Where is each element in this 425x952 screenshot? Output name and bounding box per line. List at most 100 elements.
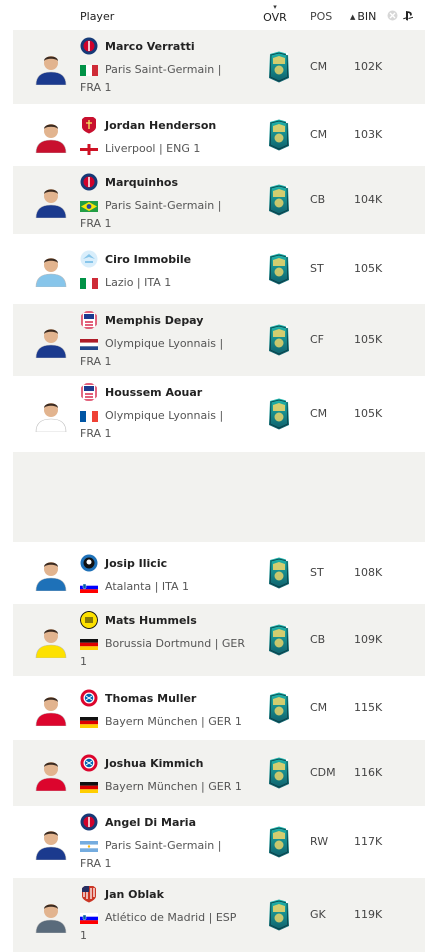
player-card-icon[interactable] [267,826,291,858]
club-league-cont: 1 [80,655,87,668]
player-position: CB [310,633,326,646]
header-player[interactable]: Player [80,10,114,23]
sort-up-icon: ▲ [350,12,356,21]
player-position: CF [310,333,325,346]
player-price: 117K [354,835,383,848]
player-name[interactable]: Mats Hummels [105,614,197,627]
club-crest-icon [81,383,97,401]
nation-flag-icon [80,65,98,76]
player-position: RW [310,835,329,848]
player-position: GK [310,908,326,921]
club-crest-icon [80,554,98,572]
club-league-cont: FRA 1 [80,81,112,94]
club-league: Paris Saint-Germain | [105,63,222,76]
nation-flag-icon [80,639,98,650]
nation-flag-icon [80,841,98,852]
player-position: CM [310,128,328,141]
player-card-icon[interactable] [267,51,291,83]
player-card-icon[interactable] [267,398,291,430]
player-price: 108K [354,566,383,579]
nation-flag-icon [80,782,98,793]
player-name[interactable]: Ciro Immobile [105,253,191,266]
player-card-icon[interactable] [267,324,291,356]
club-league-cont: 1 [80,929,87,942]
player-card-icon[interactable] [267,899,291,931]
player-card-icon[interactable] [267,253,291,285]
club-crest-icon [82,117,96,134]
player-name[interactable]: Houssem Aouar [105,386,202,399]
player-name[interactable]: Memphis Depay [105,314,203,327]
club-league-cont: FRA 1 [80,217,112,230]
player-price: 105K [354,262,383,275]
nation-flag-icon [80,582,98,593]
player-position: CM [310,60,328,73]
club-league: Paris Saint-Germain | [105,199,222,212]
player-card-icon[interactable] [267,757,291,789]
player-avatar [35,831,67,860]
club-crest-icon [80,754,98,772]
player-row[interactable]: Angel Di Maria Paris Saint-Germain | FRA … [13,806,425,878]
player-avatar [35,124,67,153]
player-price: 115K [354,701,383,714]
player-card-icon[interactable] [267,119,291,151]
player-row[interactable]: Josip Ilicic Atalanta | ITA 1 ST 108K [13,542,425,604]
club-crest-icon [80,813,98,831]
player-row[interactable]: Joshua Kimmich Bayern München | GER 1 CDM 1… [13,740,425,806]
playstation-icon[interactable] [402,10,414,24]
club-league: Liverpool | ENG 1 [105,142,201,155]
club-league: Atalanta | ITA 1 [105,580,190,593]
club-league: Bayern München | GER 1 [105,780,242,793]
header-pos[interactable]: POS [310,10,332,23]
club-league: Olympique Lyonnais | [105,409,224,422]
club-crest-icon [80,173,98,191]
player-price: 104K [354,193,383,206]
player-name[interactable]: Marquinhos [105,176,178,189]
player-row[interactable]: Houssem Aouar Olympique Lyonnais | FRA 1 C… [13,376,425,452]
header-bin[interactable]: ▲ BIN [350,10,376,23]
player-name[interactable]: Joshua Kimmich [105,757,203,770]
header-ovr-label: OVR [263,11,287,24]
club-league: Atlético de Madrid | ESP [105,911,237,924]
club-league: Paris Saint-Germain | [105,839,222,852]
club-crest-icon [80,689,98,707]
club-league-cont: FRA 1 [80,355,112,368]
player-name[interactable]: Josip Ilicic [105,557,167,570]
sort-down-icon: ▾ [273,3,277,11]
player-position: CM [310,701,328,714]
player-avatar [35,697,67,726]
player-name[interactable]: Marco Verratti [105,40,195,53]
club-crest-icon [80,37,98,55]
player-row[interactable]: Jordan Henderson Liverpool | ENG 1 CM 103K [13,104,425,166]
player-avatar [35,258,67,287]
player-row[interactable]: Marco Verratti Paris Saint-Germain | FRA … [13,30,425,104]
header-ovr[interactable]: ▾ OVR [263,3,287,25]
club-league: Lazio | ITA 1 [105,276,172,289]
nation-flag-icon [80,144,98,155]
xbox-icon[interactable] [387,10,398,24]
player-row[interactable]: Memphis Depay Olympique Lyonnais | FRA 1 C… [13,304,425,376]
player-price: 105K [354,407,383,420]
player-name[interactable]: Jordan Henderson [105,119,216,132]
nation-flag-icon [80,717,98,728]
nation-flag-icon [80,278,98,289]
player-avatar [35,403,67,432]
player-row[interactable]: Marquinhos Paris Saint-Germain | FRA 1 CB 1… [13,166,425,234]
player-row[interactable]: Ciro Immobile Lazio | ITA 1 ST 105K [13,234,425,304]
player-position: CM [310,407,328,420]
player-avatar [35,904,67,933]
player-card-icon[interactable] [267,692,291,724]
player-row[interactable]: Jan Oblak Atlético de Madrid | ESP 1 GK 119… [13,878,425,952]
player-avatar [35,56,67,85]
player-avatar [35,762,67,791]
player-avatar [35,629,67,658]
player-name[interactable]: Angel Di Maria [105,816,196,829]
club-league: Bayern München | GER 1 [105,715,242,728]
player-row[interactable]: Thomas Muller Bayern München | GER 1 CM 115… [13,676,425,740]
player-card-icon[interactable] [267,184,291,216]
player-card-icon[interactable] [267,557,291,589]
player-row[interactable]: Mats Hummels Borussia Dortmund | GER 1 CB 1… [13,604,425,676]
player-position: CB [310,193,326,206]
player-name[interactable]: Thomas Muller [105,692,196,705]
player-card-icon[interactable] [267,624,291,656]
player-name[interactable]: Jan Oblak [105,888,164,901]
